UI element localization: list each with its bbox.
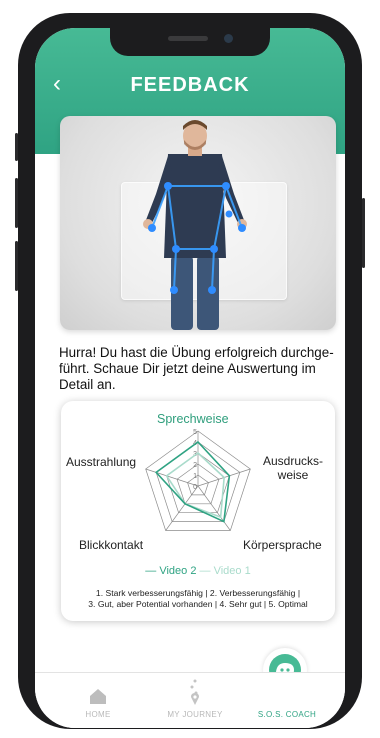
radar-tick-label: 1 [193, 473, 197, 480]
scale-line-1: 1. Stark verbesserungsfähig | 2. Verbess… [95, 588, 301, 598]
axis-label-blickkontakt: Blickkontakt [79, 538, 144, 552]
legend-video-1[interactable]: — Video 1 [200, 565, 251, 577]
radar-tick-label: 2 [193, 462, 197, 469]
axis-label-ausdrucksweise: Ausdrucks-weise [263, 454, 323, 482]
phone-volume-up [15, 178, 18, 228]
phone-power-button [362, 198, 365, 268]
axis-label-ausdrucksweise-text: Ausdrucks-weise [263, 454, 324, 482]
journey-path-icon [190, 679, 199, 705]
legend-video-2[interactable]: — Video 2 [145, 565, 196, 577]
radar-tick-label: 0 [193, 484, 197, 491]
tab-sos-coach[interactable]: S.O.S. COACH [247, 673, 327, 728]
radar-chart-card: 543210 Sprechweise Ausdrucks-weise Körpe… [61, 401, 335, 621]
success-message: Hurra! Du hast die Übung erfolgreich dur… [59, 345, 334, 392]
person-figure [143, 120, 247, 330]
phone-notch [110, 28, 270, 56]
exercise-video-frame[interactable] [60, 116, 336, 330]
axis-label-ausstrahlung: Ausstrahlung [66, 455, 137, 469]
tab-label-sos-coach: S.O.S. COACH [257, 710, 317, 719]
phone-side-button [15, 133, 18, 161]
tab-home[interactable]: HOME [63, 673, 133, 728]
front-camera [224, 34, 233, 43]
axis-label-sprechweise: Sprechweise [157, 412, 229, 426]
home-icon [90, 689, 106, 704]
tab-label-my-journey: MY JOURNEY [167, 710, 223, 719]
bottom-tab-bar: HOME MY JOURNEY S.O.S. COACH [35, 672, 345, 728]
phone-volume-down [15, 241, 18, 291]
right-leg [197, 256, 219, 330]
page-title: FEEDBACK [130, 74, 250, 96]
tab-label-home: HOME [85, 710, 111, 719]
rating-scale-explanation: 1. Stark verbesserungsfähig | 2. Verbess… [61, 588, 335, 610]
tab-my-journey[interactable]: MY JOURNEY [155, 673, 235, 728]
shirt [164, 154, 226, 258]
scale-line-2: 3. Gut, aber Potential vorhanden | 4. Se… [88, 599, 308, 609]
speaker-grill [168, 36, 208, 41]
axis-label-koerpersprache: Körpersprache [243, 538, 322, 552]
chart-legend: — Video 2 — Video 1 [61, 565, 335, 577]
app-screen: ‹ FEEDBACK Hurra! Du hast die Übung erfo… [35, 28, 345, 728]
radar-tick-label: 5 [193, 429, 197, 436]
